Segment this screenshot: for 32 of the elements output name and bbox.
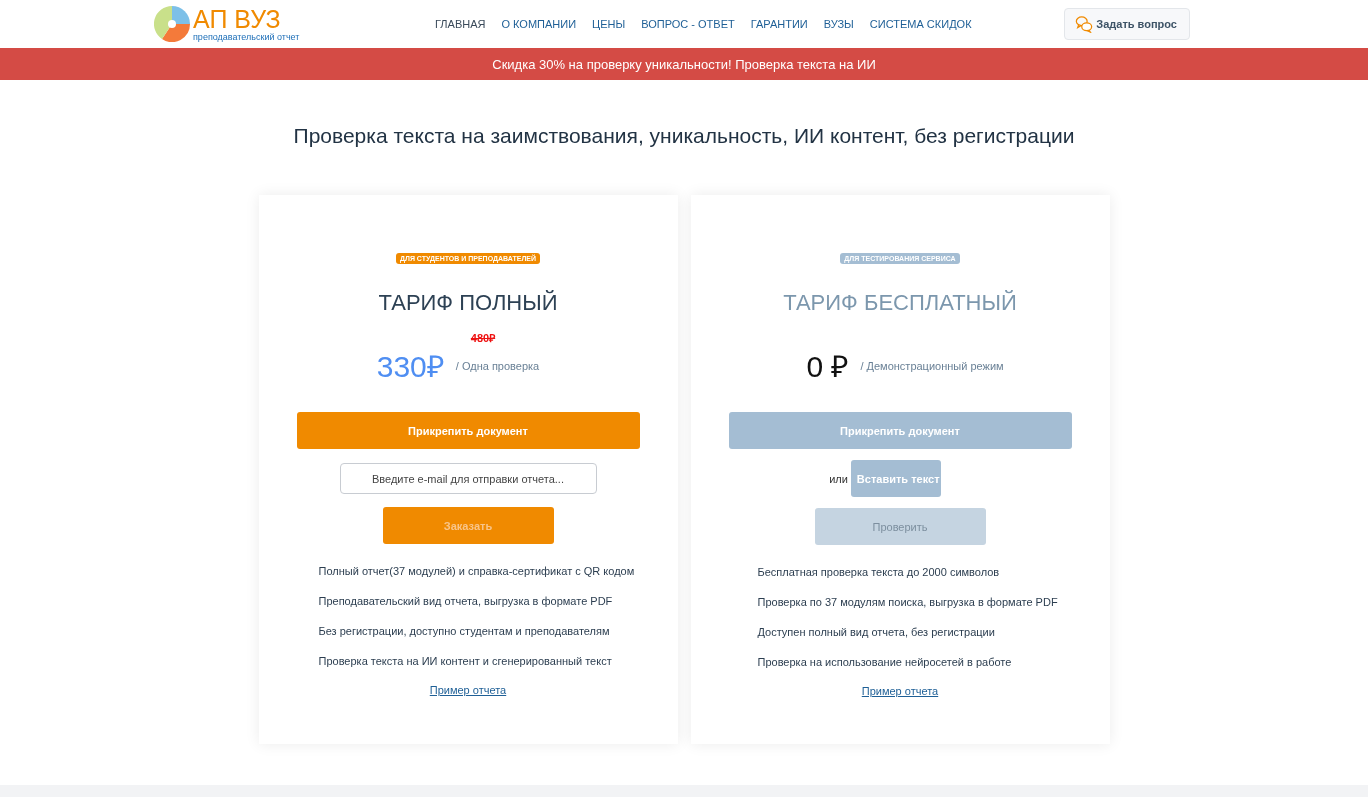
feature-text: Преподавательский вид отчета, выгрузка в формате PDF bbox=[318, 594, 614, 608]
feature-text: Бесплатная проверка текста до 2000 символов bbox=[757, 565, 1001, 579]
nav-link[interactable]: СИСТЕМА СКИДОК bbox=[869, 18, 972, 30]
nav-link[interactable]: ЦЕНЫ bbox=[592, 18, 626, 30]
sample-report-link[interactable]: Пример отчета bbox=[429, 684, 507, 696]
or-label: или bbox=[829, 472, 848, 485]
nav-link[interactable]: ГАРАНТИИ bbox=[750, 18, 808, 30]
sample-report-link[interactable]: Пример отчета bbox=[861, 685, 939, 697]
page-heading: Проверка текста на заимствования, уникальность, ИИ контент, без регистрации bbox=[292, 124, 1076, 148]
logo-icon bbox=[154, 6, 190, 42]
logo-subtitle: преподавательский отчет bbox=[193, 32, 300, 42]
tariff-title: ТАРИФ ПОЛНЫЙ bbox=[378, 290, 558, 316]
nav-link[interactable]: ВУЗЫ bbox=[823, 18, 854, 30]
feature-text: Полный отчет(37 модулей) и справка-сертификат с QR кодом bbox=[318, 564, 635, 578]
nav-link[interactable]: О КОМПАНИИ bbox=[501, 18, 577, 30]
nav-link[interactable]: ВОПРОС - ОТВЕТ bbox=[641, 18, 735, 30]
nav-link[interactable]: ГЛАВНАЯ bbox=[435, 18, 486, 30]
chat-bubbles-icon bbox=[1075, 15, 1094, 33]
feature-text: Без регистрации, доступно студентам и преподавателям bbox=[318, 624, 611, 638]
feature-text: Проверка по 37 модулям поиска, выгрузка в формате PDF bbox=[757, 595, 1058, 609]
price-note: / Демонстрационный режим bbox=[860, 359, 1004, 372]
old-price: 480₽ bbox=[470, 331, 496, 345]
email-field[interactable]: Введите e-mail для отправки отчета... bbox=[339, 463, 597, 494]
price: 330₽ bbox=[376, 349, 444, 385]
feature-text: Проверка на использование нейросетей в работе bbox=[757, 655, 1013, 669]
price: 0 ₽ bbox=[806, 349, 849, 385]
promo-banner[interactable]: Скидка 30% на проверку уникальности! Проверка текста на ИИ bbox=[0, 48, 1368, 80]
feature-text: Доступен полный вид отчета, без регистрации bbox=[757, 625, 996, 639]
price-note: / Одна проверка bbox=[455, 359, 540, 372]
ask-question-button[interactable]: Задать вопрос bbox=[1064, 8, 1190, 40]
tariff-title: ТАРИФ БЕСПЛАТНЫЙ bbox=[783, 290, 1017, 316]
feature-text: Проверка текста на ИИ контент и сгенерированный текст bbox=[318, 654, 613, 668]
